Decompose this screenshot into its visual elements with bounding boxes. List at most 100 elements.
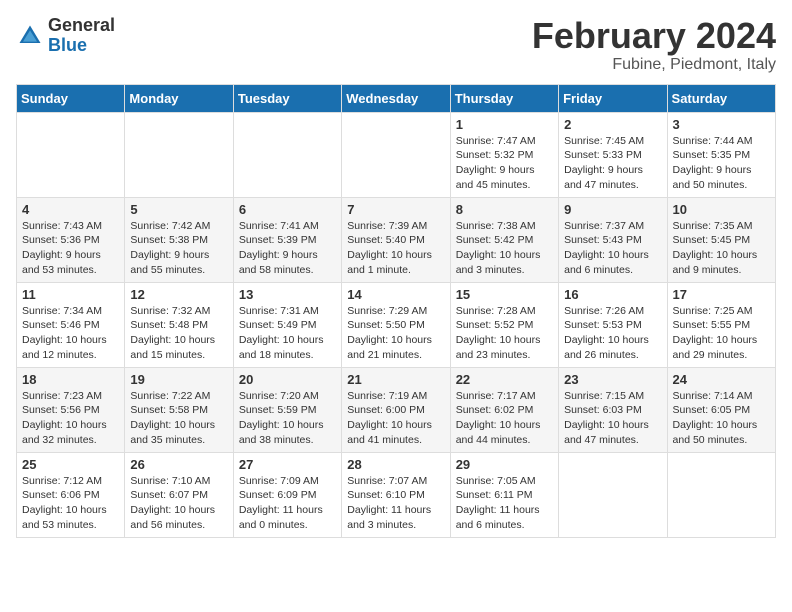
day-info: Sunrise: 7:38 AM Sunset: 5:42 PM Dayligh… (456, 219, 553, 278)
logo-text: General Blue (48, 16, 115, 56)
calendar-cell: 15 Sunrise: 7:28 AM Sunset: 5:52 PM Dayli… (450, 282, 558, 367)
calendar-cell: 26 Sunrise: 7:10 AM Sunset: 6:07 PM Dayli… (125, 452, 233, 537)
day-info: Sunrise: 7:19 AM Sunset: 6:00 PM Dayligh… (347, 389, 444, 448)
day-info: Sunrise: 7:26 AM Sunset: 5:53 PM Dayligh… (564, 304, 661, 363)
page-header: General Blue February 2024 Fubine, Piedm… (16, 16, 776, 74)
day-number: 24 (673, 372, 770, 387)
day-number: 6 (239, 202, 336, 217)
day-number: 12 (130, 287, 227, 302)
day-of-week-header: Wednesday (342, 84, 450, 112)
day-of-week-header: Saturday (667, 84, 775, 112)
calendar-week-row: 4 Sunrise: 7:43 AM Sunset: 5:36 PM Daylig… (17, 197, 776, 282)
day-number: 23 (564, 372, 661, 387)
day-info: Sunrise: 7:39 AM Sunset: 5:40 PM Dayligh… (347, 219, 444, 278)
calendar-cell (342, 112, 450, 197)
day-number: 2 (564, 117, 661, 132)
calendar-cell: 16Sunrise: 7:26 AM Sunset: 5:53 PM Dayli… (559, 282, 667, 367)
day-info: Sunrise: 7:32 AM Sunset: 5:48 PM Dayligh… (130, 304, 227, 363)
day-info: Sunrise: 7:35 AM Sunset: 5:45 PM Dayligh… (673, 219, 770, 278)
day-number: 7 (347, 202, 444, 217)
calendar-cell: 20Sunrise: 7:20 AM Sunset: 5:59 PM Dayli… (233, 367, 341, 452)
day-info: Sunrise: 7:31 AM Sunset: 5:49 PM Dayligh… (239, 304, 336, 363)
calendar-cell (559, 452, 667, 537)
calendar-cell: 11 Sunrise: 7:34 AM Sunset: 5:46 PM Dayli… (17, 282, 125, 367)
calendar-cell: 29 Sunrise: 7:05 AM Sunset: 6:11 PM Dayli… (450, 452, 558, 537)
logo-general: General (48, 16, 115, 36)
day-number: 10 (673, 202, 770, 217)
calendar-cell: 19 Sunrise: 7:22 AM Sunset: 5:58 PM Dayli… (125, 367, 233, 452)
day-number: 14 (347, 287, 444, 302)
logo-icon (16, 22, 44, 50)
calendar-cell: 14 Sunrise: 7:29 AM Sunset: 5:50 PM Dayli… (342, 282, 450, 367)
day-info: Sunrise: 7:45 AM Sunset: 5:33 PM Dayligh… (564, 134, 661, 193)
day-info: Sunrise: 7:28 AM Sunset: 5:52 PM Dayligh… (456, 304, 553, 363)
day-info: Sunrise: 7:29 AM Sunset: 5:50 PM Dayligh… (347, 304, 444, 363)
calendar-week-row: 11 Sunrise: 7:34 AM Sunset: 5:46 PM Dayli… (17, 282, 776, 367)
day-number: 18 (22, 372, 119, 387)
calendar-cell: 25 Sunrise: 7:12 AM Sunset: 6:06 PM Dayli… (17, 452, 125, 537)
calendar-cell: 24 Sunrise: 7:14 AM Sunset: 6:05 PM Dayli… (667, 367, 775, 452)
day-number: 25 (22, 457, 119, 472)
day-info: Sunrise: 7:05 AM Sunset: 6:11 PM Dayligh… (456, 474, 553, 533)
day-number: 22 (456, 372, 553, 387)
logo-blue: Blue (48, 36, 115, 56)
calendar-cell (17, 112, 125, 197)
day-number: 28 (347, 457, 444, 472)
day-info: Sunrise: 7:17 AM Sunset: 6:02 PM Dayligh… (456, 389, 553, 448)
day-number: 9 (564, 202, 661, 217)
day-info: Sunrise: 7:34 AM Sunset: 5:46 PM Dayligh… (22, 304, 119, 363)
calendar-cell: 1 Sunrise: 7:47 AM Sunset: 5:32 PM Daylig… (450, 112, 558, 197)
day-of-week-header: Thursday (450, 84, 558, 112)
calendar-week-row: 18 Sunrise: 7:23 AM Sunset: 5:56 PM Dayli… (17, 367, 776, 452)
day-number: 29 (456, 457, 553, 472)
calendar-cell: 27 Sunrise: 7:09 AM Sunset: 6:09 PM Dayli… (233, 452, 341, 537)
day-number: 26 (130, 457, 227, 472)
day-info: Sunrise: 7:47 AM Sunset: 5:32 PM Dayligh… (456, 134, 553, 193)
day-info: Sunrise: 7:12 AM Sunset: 6:06 PM Dayligh… (22, 474, 119, 533)
day-number: 8 (456, 202, 553, 217)
logo: General Blue (16, 16, 115, 56)
day-number: 19 (130, 372, 227, 387)
day-info: Sunrise: 7:09 AM Sunset: 6:09 PM Dayligh… (239, 474, 336, 533)
day-info: Sunrise: 7:07 AM Sunset: 6:10 PM Dayligh… (347, 474, 444, 533)
day-info: Sunrise: 7:44 AM Sunset: 5:35 PM Dayligh… (673, 134, 770, 193)
day-info: Sunrise: 7:37 AM Sunset: 5:43 PM Dayligh… (564, 219, 661, 278)
day-number: 11 (22, 287, 119, 302)
main-title: February 2024 (532, 16, 776, 56)
day-info: Sunrise: 7:10 AM Sunset: 6:07 PM Dayligh… (130, 474, 227, 533)
day-of-week-header: Monday (125, 84, 233, 112)
calendar-cell: 22 Sunrise: 7:17 AM Sunset: 6:02 PM Dayli… (450, 367, 558, 452)
day-info: Sunrise: 7:22 AM Sunset: 5:58 PM Dayligh… (130, 389, 227, 448)
calendar-cell: 10 Sunrise: 7:35 AM Sunset: 5:45 PM Dayli… (667, 197, 775, 282)
title-block: February 2024 Fubine, Piedmont, Italy (532, 16, 776, 74)
calendar-cell: 9 Sunrise: 7:37 AM Sunset: 5:43 PM Daylig… (559, 197, 667, 282)
day-info: Sunrise: 7:42 AM Sunset: 5:38 PM Dayligh… (130, 219, 227, 278)
day-of-week-header: Friday (559, 84, 667, 112)
day-number: 1 (456, 117, 553, 132)
calendar-cell: 2 Sunrise: 7:45 AM Sunset: 5:33 PM Daylig… (559, 112, 667, 197)
calendar-cell (233, 112, 341, 197)
day-of-week-header: Sunday (17, 84, 125, 112)
calendar-cell: 4 Sunrise: 7:43 AM Sunset: 5:36 PM Daylig… (17, 197, 125, 282)
day-number: 5 (130, 202, 227, 217)
day-number: 27 (239, 457, 336, 472)
calendar-cell: 5 Sunrise: 7:42 AM Sunset: 5:38 PM Daylig… (125, 197, 233, 282)
calendar-cell: 18 Sunrise: 7:23 AM Sunset: 5:56 PM Dayli… (17, 367, 125, 452)
calendar-cell (125, 112, 233, 197)
calendar-cell: 28 Sunrise: 7:07 AM Sunset: 6:10 PM Dayli… (342, 452, 450, 537)
day-info: Sunrise: 7:41 AM Sunset: 5:39 PM Dayligh… (239, 219, 336, 278)
day-number: 4 (22, 202, 119, 217)
day-info: Sunrise: 7:43 AM Sunset: 5:36 PM Dayligh… (22, 219, 119, 278)
calendar-cell: 23Sunrise: 7:15 AM Sunset: 6:03 PM Dayli… (559, 367, 667, 452)
calendar-cell: 13 Sunrise: 7:31 AM Sunset: 5:49 PM Dayli… (233, 282, 341, 367)
calendar-cell: 7 Sunrise: 7:39 AM Sunset: 5:40 PM Daylig… (342, 197, 450, 282)
day-number: 13 (239, 287, 336, 302)
calendar-week-row: 1 Sunrise: 7:47 AM Sunset: 5:32 PM Daylig… (17, 112, 776, 197)
day-info: Sunrise: 7:14 AM Sunset: 6:05 PM Dayligh… (673, 389, 770, 448)
day-number: 15 (456, 287, 553, 302)
day-number: 17 (673, 287, 770, 302)
calendar-table: SundayMondayTuesdayWednesdayThursdayFrid… (16, 84, 776, 538)
location-subtitle: Fubine, Piedmont, Italy (532, 56, 776, 74)
day-info: Sunrise: 7:23 AM Sunset: 5:56 PM Dayligh… (22, 389, 119, 448)
calendar-cell: 3Sunrise: 7:44 AM Sunset: 5:35 PM Daylig… (667, 112, 775, 197)
